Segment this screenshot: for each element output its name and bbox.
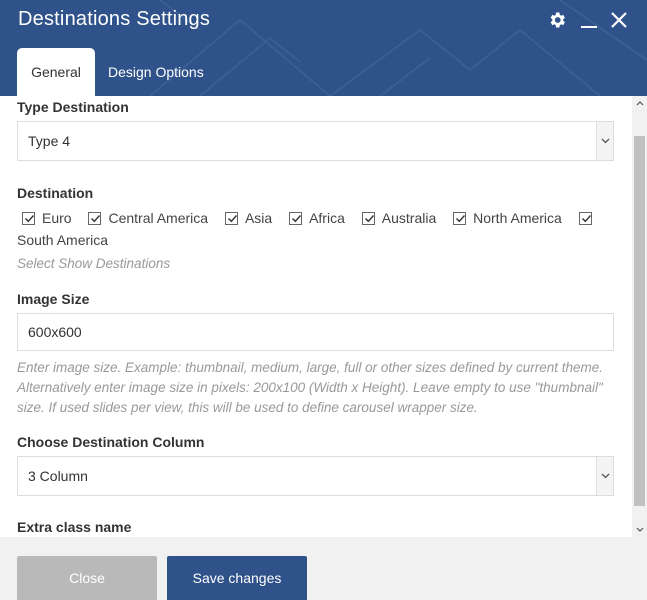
destination-column-select[interactable]: 3 Column (17, 456, 614, 496)
checkbox-south-america[interactable] (574, 211, 599, 225)
close-button[interactable]: Close (17, 556, 157, 600)
checkbox-checked-icon (224, 211, 238, 225)
destination-help-text: Select Show Destinations (17, 256, 171, 271)
chevron-down-icon (596, 122, 613, 160)
dialog-title: Destinations Settings (18, 8, 211, 30)
type-destination-label: Type Destination (17, 99, 129, 115)
destination-column-value: 3 Column (28, 468, 88, 484)
tab-bar: General Design Options (17, 48, 217, 96)
checkbox-central-america[interactable]: Central America (83, 208, 208, 228)
image-size-value: 600x600 (28, 324, 82, 340)
dialog-header: Destinations Settings General Design Opt… (0, 0, 647, 96)
checkbox-euro[interactable]: Euro (17, 208, 72, 228)
image-size-help-text: Enter image size. Example: thumbnail, me… (17, 360, 604, 415)
tab-design-options[interactable]: Design Options (95, 48, 217, 96)
checkbox-checked-icon (88, 211, 102, 225)
extra-class-label: Extra class name (17, 519, 132, 535)
type-destination-select[interactable]: Type 4 (17, 121, 614, 161)
destination-checkbox-group: Euro Central America Asia Africa Austral… (17, 208, 607, 250)
content-scrollbar[interactable] (632, 96, 647, 537)
chevron-down-icon (596, 457, 613, 495)
dialog-footer: Close Save changes (0, 537, 647, 600)
scroll-up-icon[interactable] (632, 96, 647, 111)
minimize-icon[interactable] (577, 8, 601, 32)
scrollbar-thumb[interactable] (634, 136, 645, 506)
checkbox-australia[interactable]: Australia (357, 208, 436, 228)
checkbox-africa[interactable]: Africa (284, 208, 345, 228)
destination-label: Destination (17, 185, 94, 201)
checkbox-checked-icon (289, 211, 303, 225)
checkbox-checked-icon (453, 211, 467, 225)
checkbox-asia[interactable]: Asia (220, 208, 272, 228)
image-size-input[interactable]: 600x600 (17, 313, 614, 351)
close-icon[interactable] (607, 8, 631, 32)
type-destination-value: Type 4 (28, 133, 71, 149)
tab-general[interactable]: General (17, 48, 95, 96)
save-changes-button[interactable]: Save changes (167, 556, 307, 600)
settings-content: Type Destination Type 4 Destination Euro… (0, 96, 632, 537)
destination-column-label: Choose Destination Column (17, 434, 205, 450)
checkbox-checked-icon (361, 211, 375, 225)
scroll-down-icon[interactable] (632, 522, 647, 537)
checkbox-north-america[interactable]: North America (448, 208, 562, 228)
image-size-label: Image Size (17, 291, 90, 307)
checkbox-checked-icon (22, 211, 35, 225)
checkbox-checked-icon (578, 211, 592, 225)
gear-icon[interactable] (545, 8, 569, 32)
checkbox-south-america-label: South America (17, 231, 109, 248)
